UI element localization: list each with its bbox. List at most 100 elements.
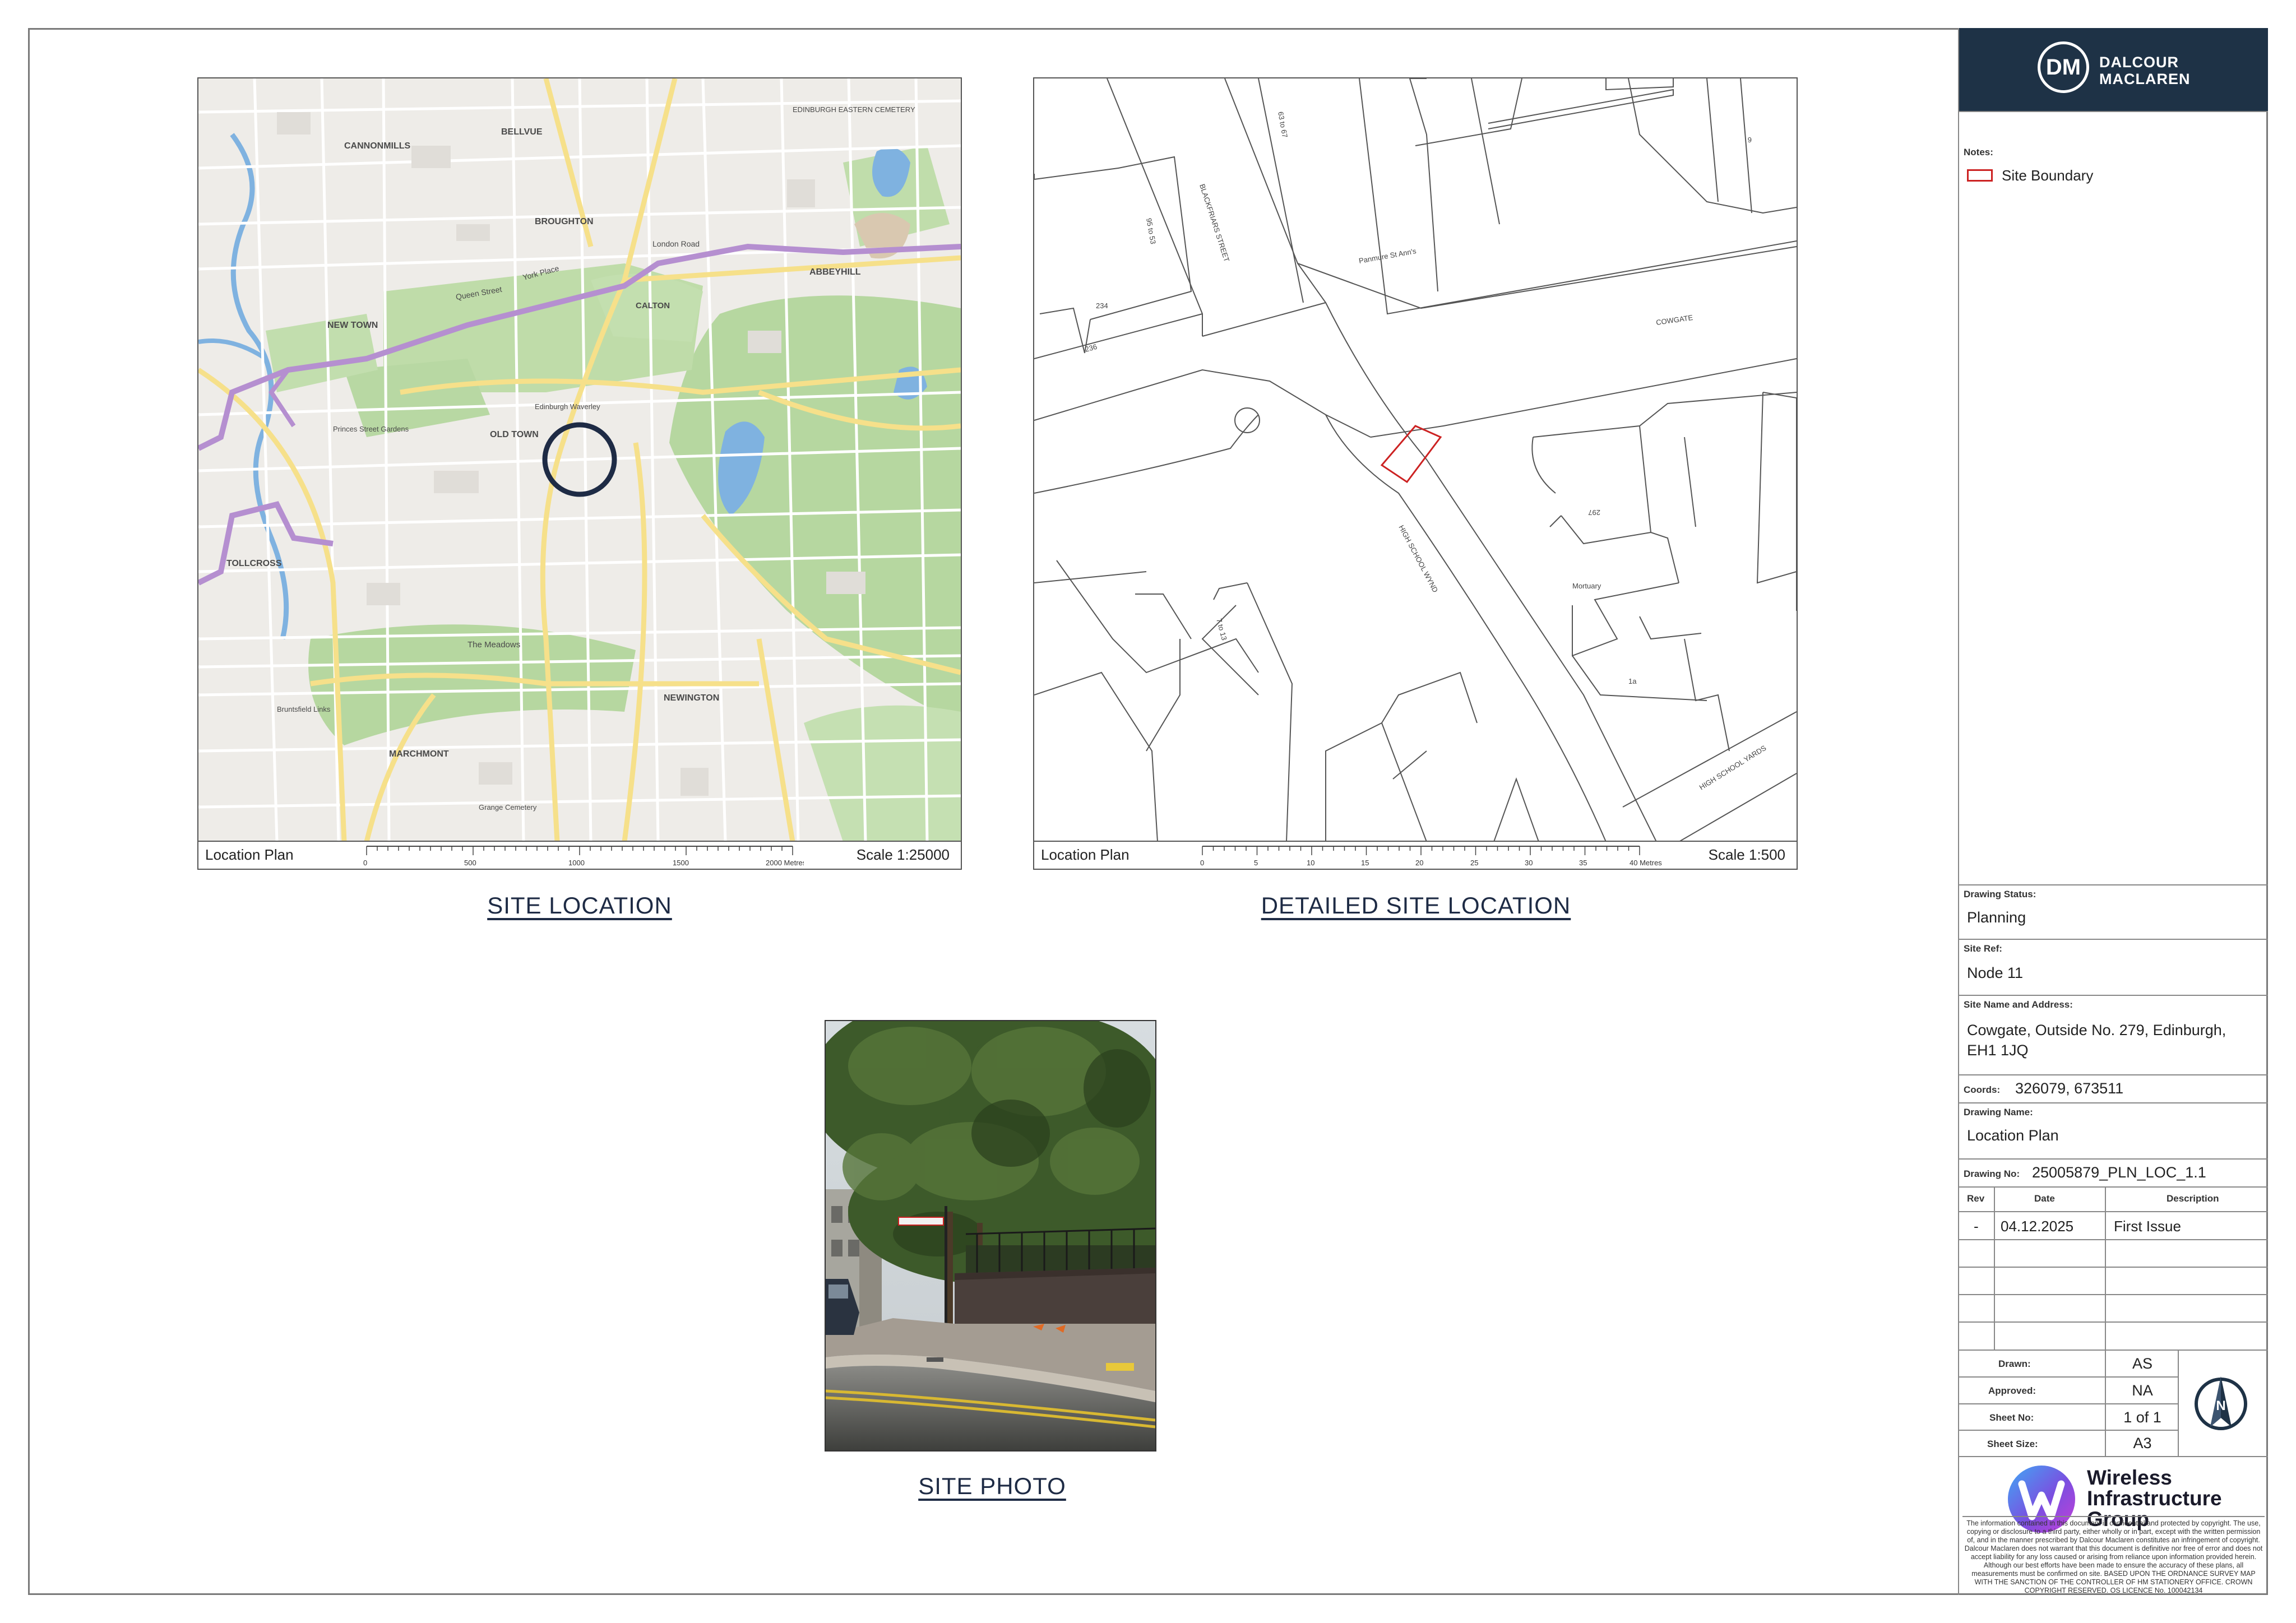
rev-header: Rev bbox=[1967, 1193, 1985, 1204]
notes-heading: Notes: bbox=[1964, 147, 1993, 157]
detailed-site-location-caption: DETAILED SITE LOCATION bbox=[1261, 892, 1571, 919]
map-label: Grange Cemetery bbox=[479, 803, 537, 812]
north-letter: N bbox=[2216, 1398, 2225, 1413]
map-label: Bruntsfield Links bbox=[277, 705, 331, 713]
sign-off-section: Drawn: Approved: Sheet No: Sheet Size: A… bbox=[1959, 1350, 2268, 1456]
revision-row-empty bbox=[1959, 1267, 2268, 1294]
north-arrow-icon: N bbox=[2195, 1376, 2247, 1430]
photo-illustration bbox=[826, 1021, 1155, 1450]
scale-bar: Location Plan 0 500 1000 1500 2000 Metre… bbox=[198, 841, 961, 869]
map-label: EDINBURGH EASTERN CEMETERY bbox=[793, 105, 915, 114]
drawing-no-section: Drawing No: 25005879_PLN_LOC_1.1 bbox=[1959, 1158, 2268, 1186]
map-label: The Meadows bbox=[467, 640, 520, 650]
partner-name-line1: Wireless bbox=[2087, 1466, 2172, 1489]
map-label: 297 bbox=[1588, 508, 1600, 517]
map-label: MARCHMONT bbox=[389, 749, 449, 759]
svg-text:40 Metres: 40 Metres bbox=[1630, 859, 1662, 867]
approved-value: NA bbox=[2132, 1382, 2153, 1399]
site-ref-section: Site Ref: Node 11 bbox=[1959, 939, 2268, 995]
map-label: OLD TOWN bbox=[490, 430, 539, 439]
map-label: CANNONMILLS bbox=[344, 141, 411, 151]
svg-text:2000 Metres: 2000 Metres bbox=[766, 859, 804, 867]
coords-heading: Coords: bbox=[1964, 1084, 2001, 1095]
site-address-line1: Cowgate, Outside No. 279, Edinburgh, bbox=[1967, 1022, 2226, 1038]
map-label: CALTON bbox=[636, 301, 670, 310]
svg-text:0: 0 bbox=[1200, 859, 1204, 867]
revision-row: - 04.12.2025 First Issue bbox=[1959, 1211, 2268, 1239]
sheet-no-label: Sheet No: bbox=[1989, 1412, 2034, 1423]
drawing-no-value: 25005879_PLN_LOC_1.1 bbox=[2032, 1164, 2206, 1181]
sheet-size-value: A3 bbox=[2133, 1435, 2152, 1452]
scale-ratio: Scale 1:500 bbox=[1708, 846, 1785, 863]
rev-value: - bbox=[1974, 1218, 1979, 1235]
disclaimer-text: The information contained in this docume… bbox=[1962, 1516, 2265, 1595]
map-label: BROUGHTON bbox=[535, 217, 594, 226]
description-header: Description bbox=[2167, 1193, 2219, 1204]
svg-text:20: 20 bbox=[1415, 859, 1423, 867]
company-name-line2: MACLAREN bbox=[2099, 71, 2191, 87]
site-name-heading: Site Name and Address: bbox=[1964, 999, 2073, 1010]
map-label: ABBEYHILL bbox=[809, 267, 861, 277]
map-label: 1a bbox=[1628, 677, 1637, 685]
detailed-site-map[interactable]: BLACKFRIARS STREET HIGH SCHOOL WYND COWG… bbox=[1033, 77, 1798, 870]
os-map: BLACKFRIARS STREET HIGH SCHOOL WYND COWG… bbox=[1034, 78, 1797, 842]
drawing-status-value: Planning bbox=[1967, 909, 2026, 926]
site-photo[interactable] bbox=[825, 1020, 1156, 1452]
svg-text:5: 5 bbox=[1254, 859, 1258, 867]
drawing-status-section: Drawing Status: Planning bbox=[1959, 884, 2268, 939]
drawn-value: AS bbox=[2132, 1355, 2153, 1372]
site-location-map[interactable]: CANNONMILLS BELLVUE BROUGHTON EDINBURGH … bbox=[197, 77, 962, 870]
scale-ratio: Scale 1:25000 bbox=[856, 846, 950, 863]
site-address-line2: EH1 1JQ bbox=[1967, 1042, 2029, 1059]
svg-text:1500: 1500 bbox=[673, 859, 689, 867]
site-name-section: Site Name and Address: Cowgate, Outside … bbox=[1959, 995, 2268, 1074]
coords-value: 326079, 673511 bbox=[2015, 1080, 2124, 1097]
svg-text:15: 15 bbox=[1361, 859, 1369, 867]
approved-label: Approved: bbox=[1988, 1385, 2036, 1396]
dalcour-maclaren-logo: DM DALCOUR MACLAREN bbox=[1959, 28, 2268, 111]
street-map: CANNONMILLS BELLVUE BROUGHTON EDINBURGH … bbox=[198, 78, 961, 842]
map-label: London Road bbox=[652, 239, 700, 248]
drawing-name-heading: Drawing Name: bbox=[1964, 1107, 2033, 1117]
plan-label: Location Plan bbox=[205, 846, 294, 863]
map-label: TOLLCROSS bbox=[226, 559, 282, 568]
date-header: Date bbox=[2034, 1193, 2055, 1204]
map-label: 6 bbox=[1748, 136, 1752, 144]
sheet-size-label: Sheet Size: bbox=[1987, 1439, 2038, 1449]
site-ref-heading: Site Ref: bbox=[1964, 943, 2002, 954]
site-ref-value: Node 11 bbox=[1967, 964, 2024, 981]
scale-ruler: 0 500 1000 1500 2000 Metres bbox=[363, 846, 804, 867]
sheet-no-value: 1 of 1 bbox=[2123, 1409, 2161, 1426]
drawn-label: Drawn: bbox=[1998, 1358, 2031, 1369]
map-label: Mortuary bbox=[1572, 582, 1601, 590]
svg-text:500: 500 bbox=[464, 859, 476, 867]
notes-section: Notes: Site Boundary bbox=[1959, 111, 2268, 884]
scale-ruler: 0 5 10 15 20 25 30 35 40 Metres bbox=[1200, 846, 1662, 867]
svg-text:0: 0 bbox=[363, 859, 367, 867]
title-block: DM DALCOUR MACLAREN Notes: Site Boundary… bbox=[1958, 28, 2268, 1595]
dm-logo-icon: DM bbox=[2038, 41, 2089, 93]
rev-description: First Issue bbox=[2114, 1218, 2181, 1235]
site-boundary-legend-swatch bbox=[1967, 169, 1993, 182]
svg-text:1000: 1000 bbox=[568, 859, 585, 867]
revision-table-header: Rev Date Description bbox=[1959, 1186, 2268, 1211]
svg-text:25: 25 bbox=[1470, 859, 1478, 867]
drawing-no-heading: Drawing No: bbox=[1964, 1168, 2020, 1179]
rev-date: 04.12.2025 bbox=[2001, 1218, 2074, 1235]
partner-name-line2: Infrastructure bbox=[2087, 1487, 2222, 1510]
svg-text:35: 35 bbox=[1579, 859, 1587, 867]
scale-bar: Location Plan 0 5 10 15 20 25 30 35 40 M… bbox=[1034, 841, 1797, 869]
drawing-name-section: Drawing Name: Location Plan bbox=[1959, 1102, 2268, 1158]
site-photo-caption: SITE PHOTO bbox=[918, 1473, 1066, 1499]
company-name-line1: DALCOUR bbox=[2099, 54, 2179, 71]
revision-row-empty bbox=[1959, 1239, 2268, 1267]
svg-text:30: 30 bbox=[1525, 859, 1533, 867]
site-location-caption: SITE LOCATION bbox=[487, 892, 672, 919]
map-label: Edinburgh Waverley bbox=[535, 402, 600, 411]
revision-row-empty bbox=[1959, 1321, 2268, 1350]
map-label: BELLVUE bbox=[501, 127, 543, 137]
drawing-status-heading: Drawing Status: bbox=[1964, 889, 2036, 899]
map-label: NEW TOWN bbox=[327, 321, 378, 330]
map-label: 234 bbox=[1096, 302, 1108, 310]
drawing-name-value: Location Plan bbox=[1967, 1127, 2059, 1144]
